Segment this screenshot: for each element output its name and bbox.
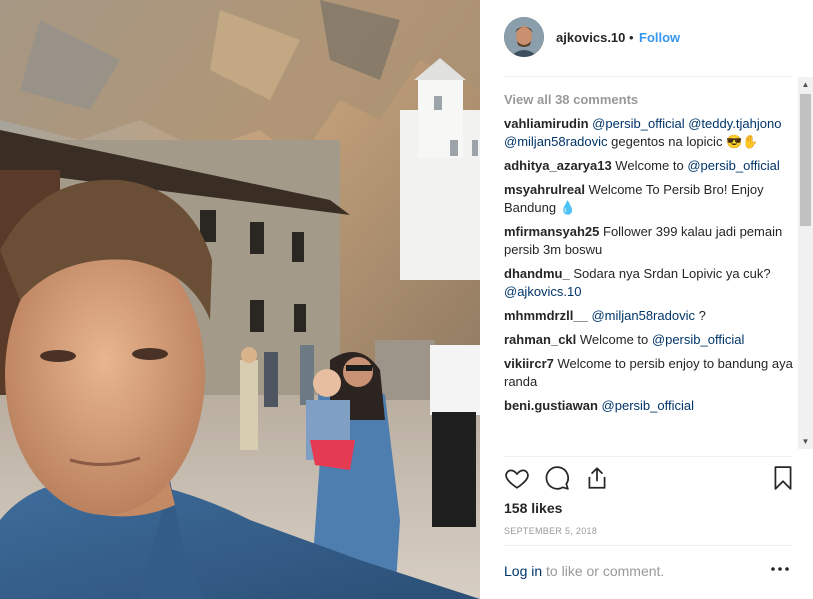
- comment-username[interactable]: beni.gustiawan: [504, 398, 598, 413]
- mention-link[interactable]: @persib_official: [592, 116, 684, 131]
- comment-item: adhitya_azarya13 Welcome to @persib_offi…: [504, 157, 794, 175]
- comment-text: Welcome to: [611, 158, 688, 173]
- comment-username[interactable]: vahliamirudin: [504, 116, 589, 131]
- mention-link[interactable]: @miljan58radovic: [591, 308, 695, 323]
- comment-item: mhmmdrzll__ @miljan58radovic ?: [504, 307, 794, 325]
- comment-text: gegentos na lopicic 😎✋: [607, 134, 759, 149]
- mention-link[interactable]: @persib_official: [652, 332, 744, 347]
- login-link[interactable]: Log in: [504, 563, 542, 579]
- comment-username[interactable]: dhandmu_: [504, 266, 570, 281]
- comments-list[interactable]: View all 38 comments vahliamirudin @pers…: [504, 84, 794, 456]
- post-photo-scene: [0, 0, 480, 599]
- avatar[interactable]: [504, 17, 544, 57]
- mention-link[interactable]: @miljan58radovic: [504, 134, 608, 149]
- comment-username[interactable]: adhitya_azarya13: [504, 158, 612, 173]
- login-prompt-text: to like or comment.: [542, 563, 665, 579]
- view-all-comments-link[interactable]: View all 38 comments: [504, 92, 794, 107]
- scroll-down-arrow-icon[interactable]: ▼: [798, 434, 813, 449]
- comment-item: mfirmansyah25 Follower 399 kalau jadi pe…: [504, 223, 794, 259]
- post-panel: ajkovics.10 • Follow View all 38 comment…: [480, 0, 813, 599]
- scrollbar-thumb[interactable]: [800, 94, 811, 226]
- comment-username[interactable]: mfirmansyah25: [504, 224, 599, 239]
- likes-count[interactable]: 158 likes: [504, 500, 562, 516]
- bookmark-icon[interactable]: [770, 465, 796, 491]
- avatar-image: [504, 17, 544, 57]
- mention-link[interactable]: @persib_official: [602, 398, 694, 413]
- scroll-up-arrow-icon[interactable]: ▲: [798, 77, 813, 92]
- comment-username[interactable]: vikiircr7: [504, 356, 554, 371]
- comment-username[interactable]: rahman_ckl: [504, 332, 576, 347]
- mention-link[interactable]: @ajkovics.10: [504, 284, 582, 299]
- mention-link[interactable]: @persib_official: [687, 158, 779, 173]
- follow-button[interactable]: Follow: [639, 30, 680, 45]
- comment-item: vahliamirudin @persib_official @teddy.tj…: [504, 115, 794, 151]
- post-photo[interactable]: [0, 0, 480, 599]
- mention-link[interactable]: @teddy.tjahjono: [688, 116, 781, 131]
- post-username[interactable]: ajkovics.10: [556, 30, 625, 45]
- divider: [504, 456, 792, 457]
- comment-item: msyahrulreal Welcome To Persib Bro! Enjo…: [504, 181, 794, 217]
- comment-text: Welcome to: [576, 332, 652, 347]
- ellipsis-icon[interactable]: [770, 562, 790, 576]
- heart-icon[interactable]: [504, 465, 530, 491]
- separator-dot: •: [629, 30, 634, 45]
- comment-container: vahliamirudin @persib_official @teddy.tj…: [504, 115, 794, 415]
- comment-text: Sodara nya Srdan Lopivic ya cuk?: [569, 266, 771, 281]
- comment-text: ?: [694, 308, 706, 323]
- comment-item: rahman_ckl Welcome to @persib_official: [504, 331, 794, 349]
- comment-username[interactable]: msyahrulreal: [504, 182, 585, 197]
- share-icon[interactable]: [584, 465, 610, 491]
- divider: [504, 76, 792, 77]
- post-header: ajkovics.10 • Follow: [480, 0, 813, 76]
- comment-item: vikiircr7 Welcome to persib enjoy to ban…: [504, 355, 794, 391]
- comment-item: beni.gustiawan @persib_official: [504, 397, 794, 415]
- comment-icon[interactable]: [544, 465, 570, 491]
- login-prompt: Log in to like or comment.: [504, 563, 664, 579]
- comments-scrollbar[interactable]: ▲ ▼: [798, 77, 813, 449]
- divider: [504, 545, 792, 546]
- post-actions: [504, 465, 794, 493]
- comment-username[interactable]: mhmmdrzll__: [504, 308, 588, 323]
- comment-item: dhandmu_ Sodara nya Srdan Lopivic ya cuk…: [504, 265, 794, 301]
- post-date[interactable]: SEPTEMBER 5, 2018: [504, 526, 597, 536]
